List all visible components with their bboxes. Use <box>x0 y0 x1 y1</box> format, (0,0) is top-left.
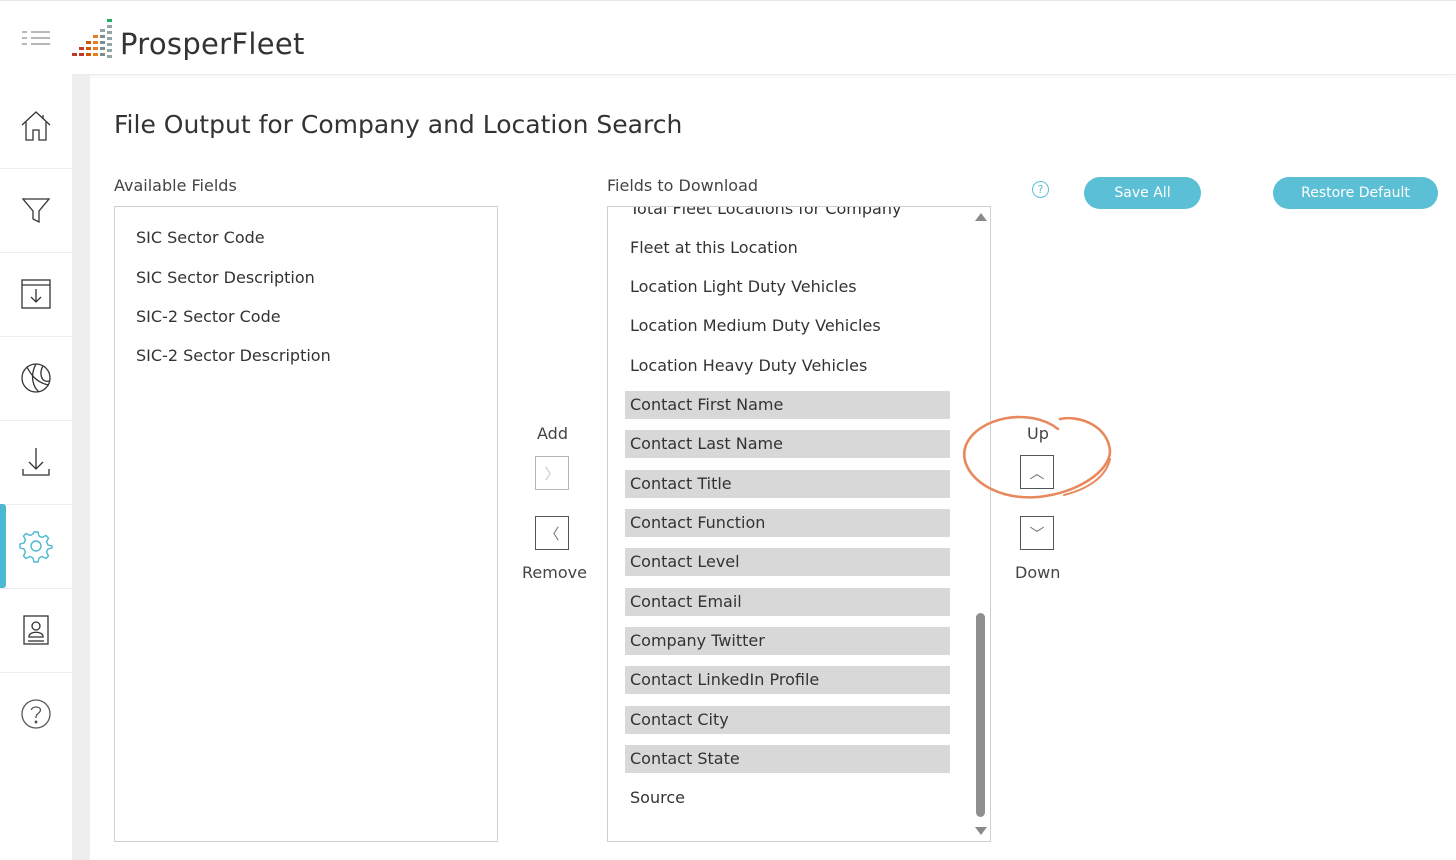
settings-gear-icon <box>19 531 53 563</box>
sidebar-item-saved[interactable] <box>0 252 72 337</box>
sidebar-nav <box>0 74 72 860</box>
fields-to-download-label: Fields to Download <box>607 176 759 195</box>
move-up-button[interactable]: ︿ <box>1020 455 1054 489</box>
help-info-icon[interactable]: ? <box>1032 181 1049 198</box>
list-item[interactable]: Location Medium Duty Vehicles <box>625 312 950 340</box>
remove-label: Remove <box>522 563 587 582</box>
chevron-left-icon: 〈 <box>544 524 560 543</box>
up-label: Up <box>1027 424 1049 443</box>
filter-icon <box>21 198 51 224</box>
menu-toggle-icon[interactable] <box>22 31 50 47</box>
list-item[interactable]: Location Heavy Duty Vehicles <box>625 352 950 380</box>
list-item[interactable]: Total Fleet Locations for Company <box>625 207 950 223</box>
sidebar-item-help[interactable] <box>0 672 72 756</box>
add-button[interactable]: 〉 <box>535 456 569 490</box>
restore-default-button[interactable]: Restore Default <box>1273 177 1438 209</box>
list-item-selected[interactable]: Contact Level <box>625 548 950 576</box>
home-icon <box>21 111 51 141</box>
available-fields-list[interactable]: SIC Sector Code SIC Sector Description S… <box>114 206 498 842</box>
top-header: ProsperFleet <box>0 0 1456 75</box>
main-content: File Output for Company and Location Sea… <box>90 74 1456 860</box>
scrollbar-thumb[interactable] <box>976 613 985 817</box>
save-all-button[interactable]: Save All <box>1084 177 1201 209</box>
sidebar-gutter <box>72 74 90 860</box>
list-item[interactable]: SIC Sector Code <box>136 228 265 247</box>
download-icon <box>22 448 50 476</box>
available-fields-label: Available Fields <box>114 176 237 195</box>
chevron-down-icon: ﹀ <box>1029 524 1045 543</box>
list-item[interactable]: Location Light Duty Vehicles <box>625 273 950 301</box>
save-download-icon <box>21 279 51 309</box>
sidebar-item-settings[interactable] <box>0 504 72 589</box>
list-item[interactable]: SIC-2 Sector Code <box>136 307 281 326</box>
chevron-up-icon: ︿ <box>1029 463 1045 482</box>
list-item[interactable]: SIC-2 Sector Description <box>136 346 331 365</box>
sidebar-item-home[interactable] <box>0 84 72 169</box>
sidebar-item-contact[interactable] <box>0 588 72 673</box>
fields-to-download-list[interactable]: Total Fleet Locations for Company Fleet … <box>607 206 991 842</box>
sidebar-item-ball[interactable] <box>0 336 72 421</box>
list-scrollbar[interactable] <box>972 207 990 841</box>
sidebar-item-download[interactable] <box>0 420 72 505</box>
remove-button[interactable]: 〈 <box>535 516 569 550</box>
contact-card-icon <box>23 615 49 645</box>
list-item[interactable]: Source <box>625 784 950 812</box>
list-item-selected[interactable]: Company Twitter <box>625 627 950 655</box>
list-item-selected[interactable]: Contact Function <box>625 509 950 537</box>
list-item-selected[interactable]: Contact State <box>625 745 950 773</box>
page-title: File Output for Company and Location Sea… <box>114 110 683 139</box>
scroll-up-arrow-icon[interactable] <box>975 213 987 221</box>
logo-bars-icon <box>72 19 112 58</box>
list-item-selected[interactable]: Contact Email <box>625 588 950 616</box>
list-item-selected[interactable]: Contact LinkedIn Profile <box>625 666 950 694</box>
ball-icon <box>21 363 51 393</box>
help-icon <box>21 699 51 729</box>
list-item[interactable]: SIC Sector Description <box>136 268 315 287</box>
scroll-down-arrow-icon[interactable] <box>975 827 987 835</box>
down-label: Down <box>1015 563 1061 582</box>
chevron-right-icon: 〉 <box>544 464 560 483</box>
sidebar-item-filter[interactable] <box>0 168 72 253</box>
list-item[interactable]: Fleet at this Location <box>625 234 950 262</box>
list-item-selected[interactable]: Contact First Name <box>625 391 950 419</box>
app-name: ProsperFleet <box>120 27 305 61</box>
list-item-selected[interactable]: Contact City <box>625 706 950 734</box>
list-item-selected[interactable]: Contact Last Name <box>625 430 950 458</box>
move-down-button[interactable]: ﹀ <box>1020 516 1054 550</box>
add-label: Add <box>537 424 568 443</box>
list-item-selected[interactable]: Contact Title <box>625 470 950 498</box>
